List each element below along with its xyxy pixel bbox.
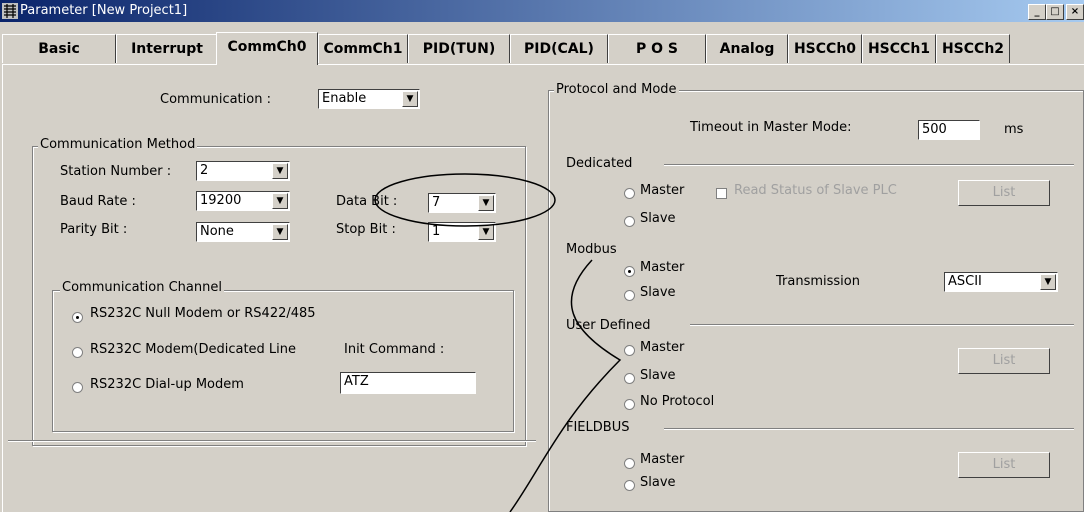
annotation-overlay	[374, 173, 622, 512]
annotation-ellipse	[374, 173, 556, 227]
annotation-pointer	[509, 259, 622, 512]
parameter-window: Parameter [New Project1] _ □ × Basic Int…	[0, 0, 1084, 512]
tab-commch0[interactable]: CommCh0	[216, 32, 318, 65]
